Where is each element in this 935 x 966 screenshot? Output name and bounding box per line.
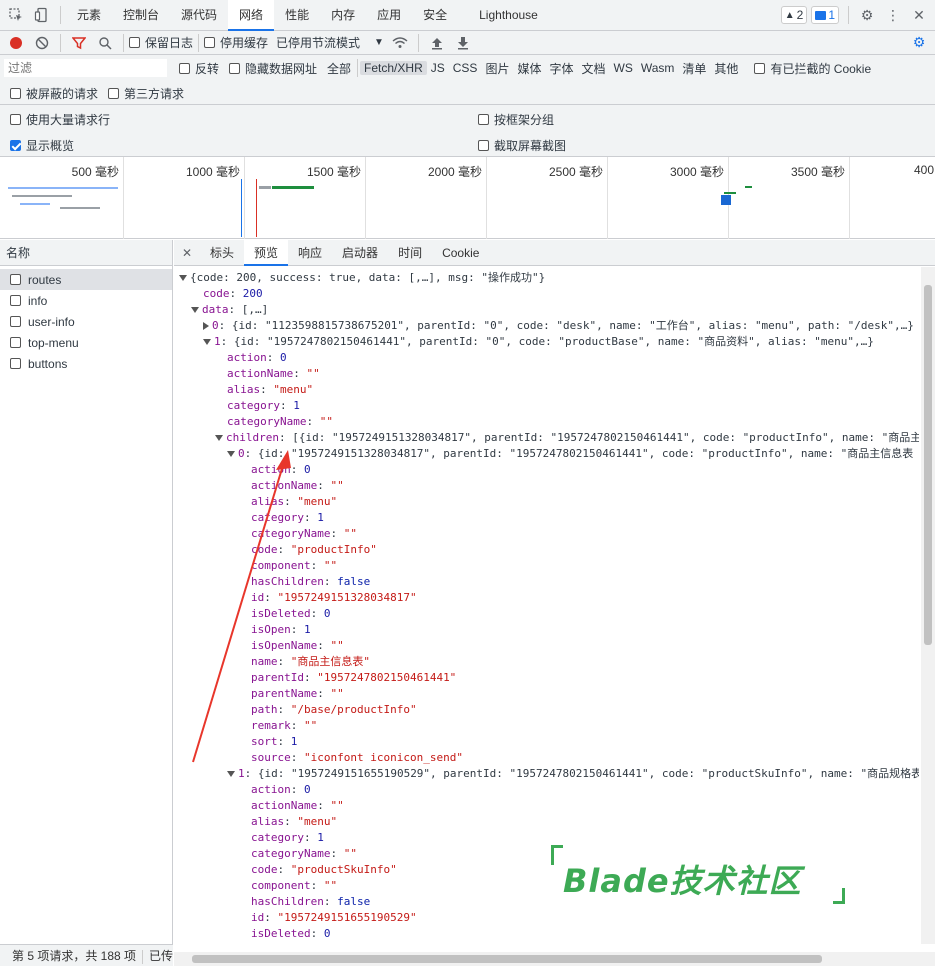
watermark-logo: Blade技术社区 [563,862,802,900]
annotation-arrow [192,450,291,763]
watermark-bracket [551,845,563,865]
watermark-bracket [833,888,845,904]
